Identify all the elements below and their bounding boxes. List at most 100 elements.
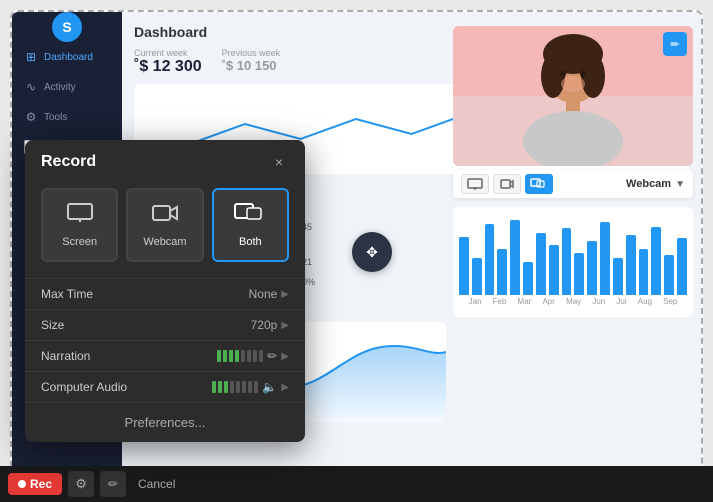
sidebar-item-activity[interactable]: ∿ Activity [12,72,122,102]
bar-item [536,233,546,296]
move-handle[interactable]: ✥ [352,232,392,272]
audio-seg-6 [242,381,246,393]
vol-seg-2 [223,350,227,362]
both-mode-icon [234,202,266,230]
chart-label-item: Jan [469,297,482,306]
cancel-button[interactable]: Cancel [132,473,181,495]
vol-seg-1 [217,350,221,362]
preferences-button[interactable]: Preferences... [25,402,305,442]
mode-webcam-button[interactable]: Webcam [126,188,203,262]
bar-item [677,238,687,295]
mode-screen-button[interactable]: Screen [41,188,118,262]
record-dialog-header: Record × [25,140,305,180]
webcam-preview: ✏ [453,26,693,166]
webcam-mode-label: Webcam [143,236,186,248]
audio-volume-bar [212,381,258,393]
chart-label-item: Aug [638,297,652,306]
bar-item [485,224,495,295]
vol-seg-3 [229,350,233,362]
max-time-arrow[interactable]: ▶ [281,289,289,300]
bar-chart-container: Jan Feb Mar Apr May Jun Jul Aug Sep [453,207,693,317]
bar-item [651,227,661,295]
bar-item [639,249,649,295]
previous-week-stat: Previous week ˚$ 10 150 [222,48,281,76]
rec-button[interactable]: Rec [8,473,62,495]
size-arrow[interactable]: ▶ [281,320,289,331]
chart-labels: Jan Feb Mar Apr May Jun Jul Aug Sep [459,295,687,308]
vol-seg-5 [241,350,245,362]
bar-item [664,255,674,295]
size-value: 720p [251,318,278,332]
bar-item [523,262,533,295]
activity-icon: ∿ [24,80,38,94]
mode-buttons-row: Screen Webcam Both [25,180,305,278]
chart-label-item: Apr [542,297,554,306]
max-time-row: Max Time None ▶ [25,278,305,309]
bar-item [613,258,623,296]
sidebar-item-tools[interactable]: ⚙ Tools [12,102,122,132]
screen-mode-icon [66,202,94,230]
dashboard-icon: ⊞ [24,50,38,64]
source-screen-btn[interactable] [461,174,489,194]
webcam-edit-button[interactable]: ✏ [663,32,687,56]
bar-item [549,245,559,295]
audio-seg-5 [236,381,240,393]
record-dialog-title: Record [41,153,96,171]
narration-arrow[interactable]: ▶ [281,351,289,362]
computer-audio-row: Computer Audio 🔈 ▶ [25,371,305,402]
source-both-btn[interactable] [525,174,553,194]
close-dialog-button[interactable]: × [269,152,289,172]
audio-seg-8 [254,381,258,393]
audio-arrow[interactable]: ▶ [281,382,289,393]
audio-seg-4 [230,381,234,393]
bar-item [497,249,507,295]
audio-seg-3 [224,381,228,393]
bar-item [459,237,469,295]
bar-item [562,228,572,295]
vol-seg-4 [235,350,239,362]
chart-label-item: Sep [663,297,677,306]
webcam-source-bar: Webcam ▼ [453,170,693,198]
tools-icon: ⚙ [24,110,38,124]
webcam-source-label: Webcam [626,178,671,190]
current-week-stat: Current week ˚$ 12 300 [134,48,202,76]
webcam-mode-icon [151,202,179,230]
webcam-source-arrow[interactable]: ▼ [675,179,685,190]
narration-volume-bar [217,350,263,362]
rec-dot [18,480,26,488]
narration-label: Narration [41,349,217,363]
size-label: Size [41,318,251,332]
max-time-value: None [249,287,278,301]
vol-seg-6 [247,350,251,362]
chart-label-item: May [566,297,581,306]
annotate-button[interactable]: ✏ [100,471,126,497]
chart-label-item: Feb [493,297,507,306]
chart-label-item: Jun [592,297,605,306]
bottom-bar: Rec ⚙ ✏ Cancel [0,466,713,502]
bar-item [510,220,520,295]
bar-item [574,253,584,295]
audio-seg-7 [248,381,252,393]
audio-seg-1 [212,381,216,393]
chart-label-item: Jul [616,297,626,306]
computer-audio-label: Computer Audio [41,380,212,394]
logo: S [52,12,82,42]
size-row: Size 720p ▶ [25,309,305,340]
narration-row: Narration ✏ ▶ [25,340,305,371]
sidebar-item-dashboard[interactable]: ⊞ Dashboard [12,42,122,72]
speaker-icon: 🔈 [262,380,277,394]
max-time-label: Max Time [41,287,249,301]
bar-item [587,241,597,295]
person-svg [453,26,693,166]
narration-pencil-icon[interactable]: ✏ [267,349,277,363]
bar-item [626,235,636,295]
source-webcam-btn[interactable] [493,174,521,194]
audio-seg-2 [218,381,222,393]
both-mode-label: Both [239,236,262,248]
bar-item [472,258,482,296]
chart-label-item: Mar [518,297,532,306]
bar-chart [459,215,687,295]
mode-both-button[interactable]: Both [212,188,289,262]
screen-mode-label: Screen [62,236,97,248]
settings-button[interactable]: ⚙ [68,471,94,497]
